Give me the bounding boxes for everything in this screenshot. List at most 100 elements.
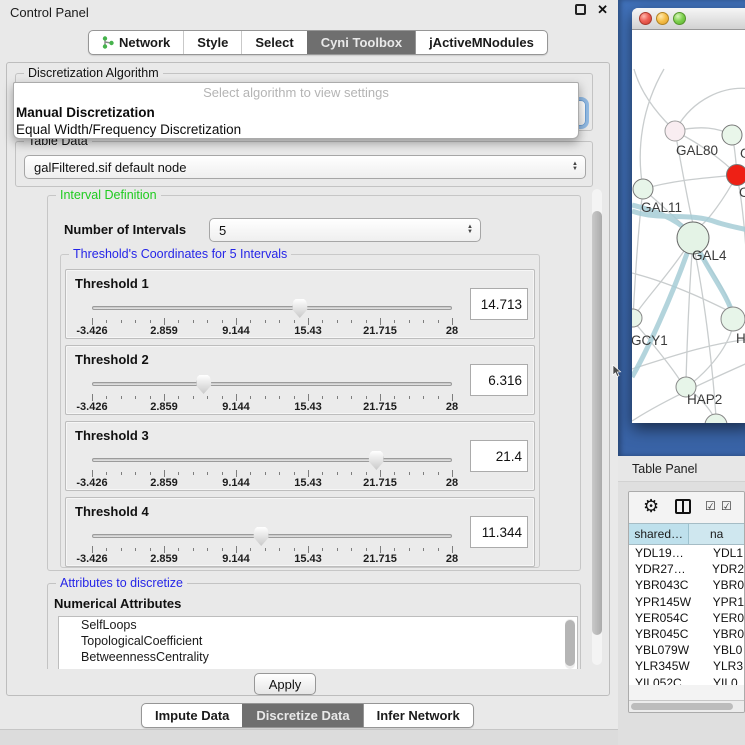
minimize-traffic-light-icon[interactable] bbox=[656, 12, 669, 25]
scale-label: 9.144 bbox=[222, 325, 250, 337]
threshold-label: Threshold 4 bbox=[75, 504, 149, 519]
threshold-value-field[interactable]: 14.713 bbox=[470, 288, 528, 320]
slider-track[interactable] bbox=[92, 534, 452, 538]
threshold-value-field[interactable]: 21.4 bbox=[470, 440, 528, 472]
attribute-item[interactable]: TopologicalCoefficient bbox=[59, 633, 577, 649]
tick-mark bbox=[322, 472, 323, 475]
tick-mark bbox=[423, 396, 424, 399]
network-window-titlebar[interactable] bbox=[632, 8, 745, 30]
dropdown-prompt-item[interactable]: Select algorithm to view settings bbox=[14, 85, 578, 104]
tab-style[interactable]: Style bbox=[183, 31, 241, 54]
slider-handle[interactable] bbox=[196, 375, 211, 394]
tab-cyni-toolbox[interactable]: Cyni Toolbox bbox=[307, 31, 415, 54]
tab-discretize-data[interactable]: Discretize Data bbox=[242, 704, 362, 727]
table-row[interactable]: YER054CYER0 bbox=[629, 610, 744, 626]
settings-scrollpane: Interval Definition Number of Intervals … bbox=[13, 187, 605, 669]
float-window-icon[interactable] bbox=[575, 4, 586, 15]
zoom-traffic-light-icon[interactable] bbox=[673, 12, 686, 25]
settings-scrollbar-thumb[interactable] bbox=[592, 211, 602, 635]
scale-label: 28 bbox=[446, 553, 458, 565]
tick-mark bbox=[337, 320, 338, 323]
node-pink[interactable] bbox=[665, 121, 685, 141]
scale-label: 28 bbox=[446, 325, 458, 337]
tick-mark bbox=[222, 396, 223, 399]
table-row[interactable]: YDR27…YDR2 bbox=[629, 561, 744, 577]
table-hscrollbar[interactable] bbox=[629, 700, 744, 712]
table-hscrollbar-thumb[interactable] bbox=[631, 703, 733, 710]
attributes-scrollbar[interactable] bbox=[565, 619, 575, 669]
table-row[interactable]: YBR043CYBR0 bbox=[629, 577, 744, 593]
tick-mark bbox=[193, 320, 194, 323]
slider-scale: -3.4262.8599.14415.4321.71528 bbox=[92, 477, 452, 489]
bottom-tab-bar: Impute Data Discretize Data Infer Networ… bbox=[141, 703, 474, 728]
checkbox-icon[interactable]: ☑ bbox=[721, 499, 732, 513]
network-canvas[interactable]: GAL80 G C GAL11 GAL4 GCY1 H HAP2 bbox=[632, 31, 745, 423]
table-cell: YDL19… bbox=[629, 546, 706, 560]
tick-mark bbox=[438, 548, 439, 551]
tick-mark bbox=[150, 548, 151, 551]
tab-network[interactable]: Network bbox=[89, 31, 183, 54]
threshold-panel: Threshold 3 -3.4262.8599.14415.4321.7152… bbox=[65, 421, 535, 491]
table-row[interactable]: YLR345WYLR3 bbox=[629, 658, 744, 674]
scale-label: 2.859 bbox=[150, 401, 178, 413]
threshold-label: Threshold 1 bbox=[75, 276, 149, 291]
combo-arrows-icon: ▲▼ bbox=[572, 162, 578, 172]
slider-handle[interactable] bbox=[369, 451, 384, 470]
interval-definition-title: Interval Definition bbox=[56, 188, 161, 202]
settings-scrollbar[interactable] bbox=[592, 189, 602, 665]
threshold-label: Threshold 3 bbox=[75, 428, 149, 443]
tab-jactivemnodules[interactable]: jActiveMNodules bbox=[415, 31, 547, 54]
threshold-value-field[interactable]: 6.316 bbox=[470, 364, 528, 396]
apply-button[interactable]: Apply bbox=[254, 673, 316, 695]
table-row[interactable]: YPR145WYPR1 bbox=[629, 594, 744, 610]
column-header-name[interactable]: na bbox=[689, 524, 744, 544]
tick-mark bbox=[279, 396, 280, 399]
node-partial[interactable] bbox=[705, 414, 727, 423]
node-label: G bbox=[740, 146, 745, 161]
threshold-value-field[interactable]: 11.344 bbox=[470, 516, 528, 548]
slider-handle[interactable] bbox=[254, 527, 269, 546]
node-h[interactable] bbox=[721, 307, 745, 331]
tab-select[interactable]: Select bbox=[241, 31, 306, 54]
threshold-panel: Threshold 2 -3.4262.8599.14415.4321.7152… bbox=[65, 345, 535, 415]
attributes-list[interactable]: SelfLoopsTopologicalCoefficientBetweenne… bbox=[58, 616, 578, 669]
column-layout-icon[interactable] bbox=[675, 499, 691, 514]
close-icon[interactable]: ✕ bbox=[597, 4, 608, 15]
table-row[interactable]: YBR045CYBR0 bbox=[629, 626, 744, 642]
table-row[interactable]: YDL19…YDL1 bbox=[629, 545, 744, 561]
table-cell: YBR0 bbox=[706, 578, 744, 592]
scale-label: 15.43 bbox=[294, 325, 322, 337]
scale-label: 21.715 bbox=[363, 325, 397, 337]
number-of-intervals-combobox[interactable]: 5 ▲▼ bbox=[209, 218, 481, 242]
dropdown-item-manual-discretization[interactable]: Manual Discretization bbox=[14, 104, 578, 121]
attribute-item[interactable]: BetweennessCentrality bbox=[59, 649, 577, 665]
node-red[interactable] bbox=[727, 165, 745, 186]
column-header-shared-name[interactable]: shared… bbox=[629, 524, 689, 544]
scale-label: 9.144 bbox=[222, 477, 250, 489]
tab-infer-network[interactable]: Infer Network bbox=[363, 704, 473, 727]
close-traffic-light-icon[interactable] bbox=[639, 12, 652, 25]
slider-track[interactable] bbox=[92, 458, 452, 462]
node-gcy1[interactable] bbox=[632, 309, 642, 327]
scale-label: 2.859 bbox=[150, 477, 178, 489]
tick-mark bbox=[322, 320, 323, 323]
bottom-strip bbox=[0, 729, 618, 745]
attribute-item[interactable]: SelfLoops bbox=[59, 617, 577, 633]
node-gal11[interactable] bbox=[633, 179, 653, 199]
tick-mark bbox=[106, 396, 107, 399]
slider-handle[interactable] bbox=[292, 299, 307, 318]
slider-track[interactable] bbox=[92, 306, 452, 310]
slider-track[interactable] bbox=[92, 382, 452, 386]
tick-mark bbox=[308, 470, 309, 477]
tab-impute-data[interactable]: Impute Data bbox=[142, 704, 242, 727]
table-row[interactable]: YBL079WYBL0 bbox=[629, 642, 744, 658]
checkbox-icon[interactable]: ☑ bbox=[705, 499, 716, 513]
dropdown-item-equal-width[interactable]: Equal Width/Frequency Discretization bbox=[14, 121, 578, 138]
gear-icon[interactable]: ⚙ bbox=[643, 496, 659, 517]
table-data-combobox[interactable]: galFiltered.sif default node ▲▼ bbox=[24, 155, 586, 179]
table-cell: YBL079W bbox=[629, 643, 706, 657]
node-label: H bbox=[736, 331, 745, 346]
table-row[interactable]: YIL052CYIL0 bbox=[629, 675, 744, 686]
tick-mark bbox=[279, 548, 280, 551]
node-green[interactable] bbox=[722, 125, 742, 145]
